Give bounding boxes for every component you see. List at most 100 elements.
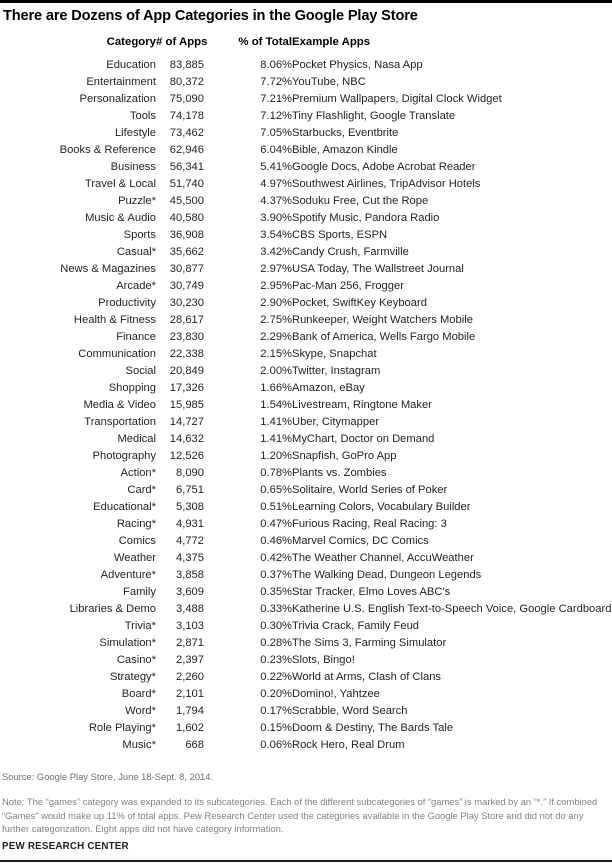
cell-num-apps: 40,580 [169,212,204,224]
column-header-category: Category [106,36,156,48]
table-row: Puzzle* 45,500 4.37% Soduku Free, Cut the R… [0,193,612,210]
cell-num-apps: 74,178 [169,110,204,122]
app-categories-table: Category # of Apps % of Total Example Ap… [0,34,612,754]
cell-pct-total: 1.54% [260,399,292,411]
cell-pct-total: 0.20% [260,688,292,700]
cell-pct-total: 0.22% [260,671,292,683]
cell-example-apps: Candy Crush, Farmville [292,246,409,258]
cell-example-apps: Learning Colors, Vocabulary Builder [292,501,471,513]
cell-category: Media & Video [83,399,156,411]
cell-pct-total: 0.30% [260,620,292,632]
cell-category: Sports [123,229,156,241]
table-row: Board* 2,101 0.20% Domino!, Yahtzee [0,686,612,703]
table-row: Medical 14,632 1.41% MyChart, Doctor on Dem… [0,431,612,448]
cell-category: Business [110,161,156,173]
cell-example-apps: Livestream, Ringtone Maker [292,399,432,411]
cell-category: Photography [92,450,156,462]
table-row: Strategy* 2,260 0.22% World at Arms, Clash … [0,669,612,686]
cell-category: Adventure* [100,569,156,581]
table-row: Simulation* 2,871 0.28% The Sims 3, Farming… [0,635,612,652]
cell-pct-total: 0.23% [260,654,292,666]
cell-category: Tools [129,110,156,122]
cell-num-apps: 28,617 [169,314,204,326]
cell-num-apps: 1,794 [176,705,204,717]
cell-pct-total: 2.95% [260,280,292,292]
cell-pct-total: 0.17% [260,705,292,717]
table-row: Lifestyle 73,462 7.05% Starbucks, Eventbrit… [0,125,612,142]
table-row: Tools 74,178 7.12% Tiny Flashlight, Google … [0,108,612,125]
cell-pct-total: 0.15% [260,722,292,734]
cell-example-apps: Southwest Airlines, TripAdvisor Hotels [292,178,481,190]
cell-category: Simulation* [99,637,156,649]
cell-num-apps: 15,985 [169,399,204,411]
cell-num-apps: 8,090 [176,467,204,479]
cell-num-apps: 23,830 [169,331,204,343]
table-row: Comics 4,772 0.46% Marvel Comics, DC Comics [0,533,612,550]
table-row: Casual* 35,662 3.42% Candy Crush, Farmville [0,244,612,261]
cell-example-apps: Runkeeper, Weight Watchers Mobile [292,314,473,326]
cell-example-apps: Katherine U.S. English Text-to-Speech Vo… [292,603,612,615]
cell-num-apps: 2,101 [176,688,204,700]
table-row: Educational* 5,308 0.51% Learning Colors, V… [0,499,612,516]
cell-num-apps: 56,341 [169,161,204,173]
cell-category: Medical [117,433,156,445]
cell-category: Board* [121,688,156,700]
cell-pct-total: 1.66% [260,382,292,394]
table-row: Arcade* 30,749 2.95% Pac-Man 256, Frogger [0,278,612,295]
cell-category: Card* [127,484,156,496]
cell-category: Casino* [116,654,156,666]
cell-category: Travel & Local [84,178,156,190]
table-row: Adventure* 3,858 0.37% The Walking Dead, Du… [0,567,612,584]
cell-num-apps: 4,772 [176,535,204,547]
cell-pct-total: 6.04% [260,144,292,156]
cell-num-apps: 6,751 [176,484,204,496]
table-row: Casino* 2,397 0.23% Slots, Bingo! [0,652,612,669]
cell-example-apps: Doom & Destiny, The Bards Tale [292,722,454,734]
cell-example-apps: Snapfish, GoPro App [292,450,397,462]
table-row: Transportation 14,727 1.41% Uber, Citymappe… [0,414,612,431]
table-row: Shopping 17,326 1.66% Amazon, eBay [0,380,612,397]
column-header-num-apps: # of Apps [156,36,208,48]
table-row: Word* 1,794 0.17% Scrabble, Word Search [0,703,612,720]
cell-pct-total: 7.05% [260,127,292,139]
cell-category: Communication [78,348,156,360]
cell-example-apps: Pocket Physics, Nasa App [292,59,423,71]
cell-category: Finance [116,331,156,343]
cell-num-apps: 30,877 [169,263,204,275]
table-row: News & Magazines 30,877 2.97% USA Today, Th… [0,261,612,278]
cell-pct-total: 0.47% [260,518,292,530]
cell-pct-total: 4.97% [260,178,292,190]
table-row: Communication 22,338 2.15% Skype, Snapchat [0,346,612,363]
cell-num-apps: 36,908 [169,229,204,241]
cell-example-apps: The Weather Channel, AccuWeather [292,552,474,564]
cell-num-apps: 14,632 [169,433,204,445]
table-row: Photography 12,526 1.20% Snapfish, GoPro Ap… [0,448,612,465]
cell-pct-total: 2.75% [260,314,292,326]
cell-example-apps: Star Tracker, Elmo Loves ABC's [292,586,451,598]
cell-pct-total: 3.90% [260,212,292,224]
cell-num-apps: 51,740 [169,178,204,190]
cell-num-apps: 2,260 [176,671,204,683]
cell-pct-total: 7.12% [260,110,292,122]
table-row: Productivity 30,230 2.90% Pocket, SwiftKey … [0,295,612,312]
cell-pct-total: 3.42% [260,246,292,258]
table-row: Trivia* 3,103 0.30% Trivia Crack, Family Fe… [0,618,612,635]
table-row: Personalization 75,090 7.21% Premium Wallpa… [0,91,612,108]
cell-category: Personalization [79,93,157,105]
cell-num-apps: 4,931 [176,518,204,530]
cell-category: Puzzle* [118,195,156,207]
bottom-divider-rule [0,860,612,862]
cell-pct-total: 7.72% [260,76,292,88]
cell-category: Books & Reference [59,144,156,156]
cell-example-apps: YouTube, NBC [292,76,366,88]
cell-category: Shopping [108,382,156,394]
cell-category: Trivia* [124,620,156,632]
cell-num-apps: 75,090 [169,93,204,105]
cell-pct-total: 0.42% [260,552,292,564]
table-row: Business 56,341 5.41% Google Docs, Adobe Ac… [0,159,612,176]
cell-num-apps: 14,727 [169,416,204,428]
cell-example-apps: Amazon, eBay [292,382,365,394]
table-row: Sports 36,908 3.54% CBS Sports, ESPN [0,227,612,244]
cell-num-apps: 3,488 [176,603,204,615]
table-row: Racing* 4,931 0.47% Furious Racing, Real Ra… [0,516,612,533]
